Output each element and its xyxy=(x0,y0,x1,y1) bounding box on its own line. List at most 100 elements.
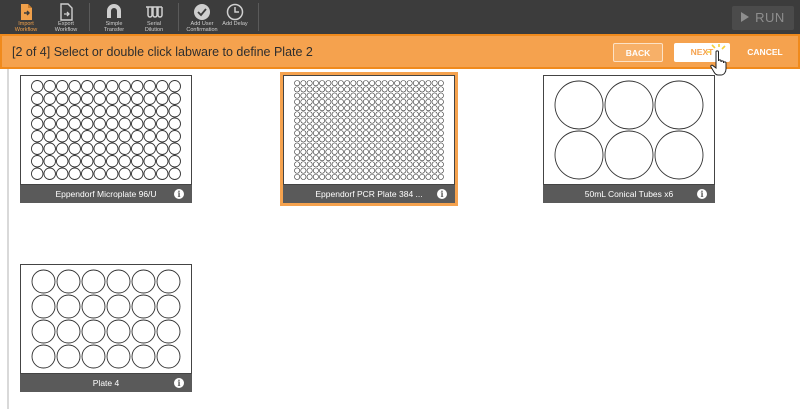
well xyxy=(156,294,181,319)
labware-card[interactable]: Eppendorf Microplate 96/U i xyxy=(20,75,192,203)
well xyxy=(437,142,444,149)
well xyxy=(300,111,307,118)
well xyxy=(168,117,181,130)
well xyxy=(156,167,169,180)
well xyxy=(431,130,438,137)
well xyxy=(344,92,351,99)
well xyxy=(369,155,376,162)
well xyxy=(369,161,376,168)
well xyxy=(394,148,401,155)
well xyxy=(344,123,351,130)
well xyxy=(369,80,376,87)
well xyxy=(375,161,382,168)
well xyxy=(362,105,369,112)
add-delay-button[interactable]: Add Delay xyxy=(215,0,255,34)
well xyxy=(312,161,319,168)
well xyxy=(344,148,351,155)
well xyxy=(431,123,438,130)
well xyxy=(344,155,351,162)
well xyxy=(312,136,319,143)
well xyxy=(294,173,301,180)
well xyxy=(118,155,131,168)
well xyxy=(156,344,181,369)
back-button[interactable]: BACK xyxy=(613,43,663,62)
well xyxy=(300,117,307,124)
well xyxy=(419,98,426,105)
well xyxy=(31,167,44,180)
well xyxy=(106,294,131,319)
labware-card[interactable]: Plate 4 i xyxy=(20,264,192,392)
cancel-button[interactable]: CANCEL xyxy=(740,43,790,62)
well xyxy=(331,80,338,87)
well xyxy=(437,155,444,162)
well xyxy=(412,80,419,87)
labware-card[interactable]: 50mL Conical Tubes x6 i xyxy=(543,75,715,203)
well xyxy=(294,117,301,124)
well xyxy=(156,142,169,155)
well xyxy=(425,155,432,162)
well xyxy=(431,80,438,87)
well xyxy=(344,142,351,149)
well xyxy=(554,130,604,180)
export-workflow-button[interactable]: Export Workflow xyxy=(46,0,86,34)
well xyxy=(419,167,426,174)
labware-card[interactable]: Eppendorf PCR Plate 384 ... i xyxy=(280,72,458,206)
well xyxy=(431,161,438,168)
well xyxy=(419,80,426,87)
well xyxy=(93,130,106,143)
info-icon[interactable]: i xyxy=(437,189,447,199)
well xyxy=(168,130,181,143)
well xyxy=(350,148,357,155)
well xyxy=(325,130,332,137)
well xyxy=(654,130,704,180)
well xyxy=(406,80,413,87)
add-delay-label: Add Delay xyxy=(222,21,248,27)
plate-preview xyxy=(543,75,715,185)
well xyxy=(400,86,407,93)
well xyxy=(294,123,301,130)
well xyxy=(350,142,357,149)
well xyxy=(406,130,413,137)
well xyxy=(412,92,419,99)
simple-transfer-button[interactable]: Simple Transfer xyxy=(94,0,134,34)
well xyxy=(294,130,301,137)
well xyxy=(43,92,56,105)
well xyxy=(93,92,106,105)
well xyxy=(387,123,394,130)
info-icon[interactable]: i xyxy=(174,378,184,388)
well xyxy=(419,155,426,162)
well xyxy=(369,148,376,155)
well-grid xyxy=(31,80,181,180)
well xyxy=(294,92,301,99)
well xyxy=(81,294,106,319)
plate-preview xyxy=(20,264,192,374)
well xyxy=(412,136,419,143)
info-icon[interactable]: i xyxy=(697,189,707,199)
well xyxy=(312,148,319,155)
well xyxy=(306,161,313,168)
well xyxy=(143,130,156,143)
well xyxy=(294,136,301,143)
well xyxy=(362,86,369,93)
info-icon[interactable]: i xyxy=(174,189,184,199)
import-workflow-button[interactable]: Import Workflow xyxy=(6,0,46,34)
well xyxy=(406,117,413,124)
well xyxy=(337,136,344,143)
serial-dilution-button[interactable]: Serial Dilution xyxy=(134,0,174,34)
well xyxy=(437,136,444,143)
well xyxy=(31,117,44,130)
well xyxy=(381,98,388,105)
well xyxy=(344,130,351,137)
run-button[interactable]: RUN xyxy=(732,6,794,30)
well xyxy=(300,173,307,180)
well xyxy=(369,105,376,112)
well xyxy=(43,80,56,93)
well xyxy=(350,105,357,112)
well xyxy=(300,105,307,112)
well xyxy=(143,80,156,93)
well xyxy=(143,105,156,118)
well xyxy=(437,161,444,168)
well xyxy=(375,98,382,105)
well xyxy=(419,105,426,112)
well xyxy=(437,111,444,118)
